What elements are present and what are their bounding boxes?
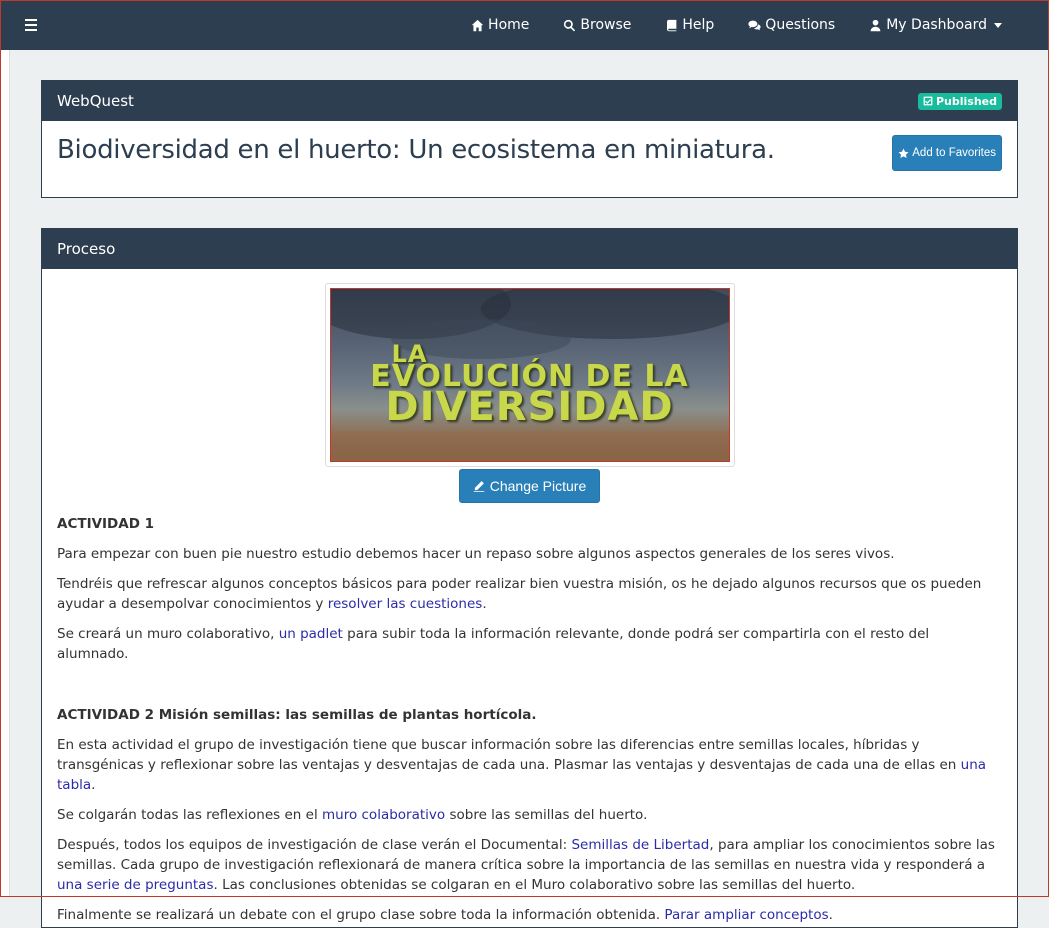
picture-text-line-3: DIVERSIDAD	[385, 384, 674, 430]
activity-2-paragraph-4: Finalmente se realizará un debate con el…	[57, 907, 833, 923]
nav-my-dashboard[interactable]: My Dashboard	[852, 0, 1019, 50]
link-serie-de-preguntas[interactable]: una serie de preguntas	[57, 877, 214, 893]
proceso-body: LA EVOLUCIÓN DE LA DIVERSIDAD Change Pic…	[42, 269, 1017, 925]
chevron-down-icon	[994, 22, 1002, 28]
nav-questions[interactable]: Questions	[731, 0, 852, 50]
user-icon	[870, 19, 881, 31]
nav-home[interactable]: Home	[454, 0, 546, 50]
title-row: Biodiversidad en el huerto: Un ecosistem…	[42, 121, 1017, 197]
change-picture-button[interactable]: Change Picture	[459, 469, 600, 503]
book-icon	[667, 19, 677, 31]
add-to-favorites-button[interactable]: Add to Favorites	[892, 135, 1002, 171]
link-padlet[interactable]: un padlet	[279, 626, 343, 642]
proceso-panel-heading: Proceso	[42, 229, 1017, 269]
activity-2-paragraph-1: En esta actividad el grupo de investigac…	[57, 737, 987, 793]
link-ampliar-conceptos[interactable]: Parar ampliar conceptos	[664, 907, 828, 923]
menu-toggle-button[interactable]	[0, 0, 62, 50]
link-semillas-de-libertad[interactable]: Semillas de Libertad	[571, 837, 709, 853]
proceso-panel: Proceso LA EVOLUCIÓN DE LA DIVERSIDAD Ch…	[41, 228, 1018, 928]
nav-links: Home Browse Help Questions My Dashboard	[454, 0, 1049, 50]
nav-help[interactable]: Help	[648, 0, 731, 50]
search-icon	[564, 19, 576, 31]
activity-2-title: ACTIVIDAD 2 Misión semillas: las semilla…	[57, 707, 537, 723]
activity-1-title: ACTIVIDAD 1	[57, 516, 155, 532]
activity-1-paragraph-3: Se creará un muro colaborativo, un padle…	[57, 626, 930, 662]
webquest-panel: WebQuest Published Biodiversidad en el h…	[41, 80, 1018, 198]
top-navbar: Home Browse Help Questions My Dashboard	[0, 0, 1049, 50]
pencil-icon	[473, 481, 484, 492]
picture-frame: LA EVOLUCIÓN DE LA DIVERSIDAD	[324, 283, 735, 467]
check-square-icon	[923, 96, 933, 106]
webquest-panel-heading: WebQuest Published	[42, 81, 1017, 121]
activity-1-paragraph-1: Para empezar con buen pie nuestro estudi…	[57, 546, 895, 562]
comments-icon	[748, 20, 761, 30]
hamburger-icon	[25, 19, 37, 21]
left-edge	[0, 50, 10, 897]
activity-2-paragraph-3: Después, todos los equipos de investigac…	[57, 837, 995, 893]
webquest-picture: LA EVOLUCIÓN DE LA DIVERSIDAD	[329, 288, 730, 462]
nav-browse[interactable]: Browse	[546, 0, 648, 50]
status-badge: Published	[917, 92, 1002, 110]
star-icon	[898, 148, 909, 158]
page-title: Biodiversidad en el huerto: Un ecosistem…	[57, 135, 775, 165]
link-resolver-cuestiones[interactable]: resolver las cuestiones	[328, 596, 483, 612]
activity-2-paragraph-2: Se colgarán todas las reflexiones en el …	[57, 807, 648, 823]
home-icon	[471, 19, 484, 31]
link-muro-colaborativo[interactable]: muro colaborativo	[322, 807, 445, 823]
activity-1-paragraph-2: Tendréis que refrescar algunos conceptos…	[57, 576, 982, 612]
